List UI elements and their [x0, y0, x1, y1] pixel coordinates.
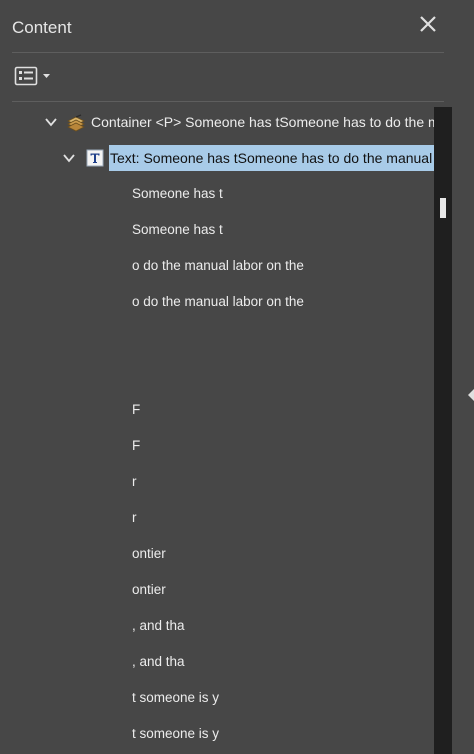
panel-title: Content [12, 18, 72, 37]
text-line[interactable]: o do the manual labor on the [132, 294, 304, 309]
close-icon[interactable] [418, 14, 438, 34]
text-line[interactable]: ontier [132, 546, 166, 561]
panel-toolbar [12, 53, 444, 102]
scrollbar-thumb[interactable] [440, 198, 446, 218]
container-tag-icon [66, 112, 86, 132]
collapse-panel-icon[interactable] [466, 388, 474, 402]
panel-edge [452, 0, 474, 754]
content-tree: Container <P> Someone has tSomeone has t… [0, 102, 434, 754]
text-node-label: Text: Someone has tSomeone has to do the… [110, 150, 434, 166]
tree-row-container[interactable]: Container <P> Someone has tSomeone has t… [0, 109, 434, 135]
text-line[interactable]: , and tha [132, 618, 185, 633]
text-line[interactable]: o do the manual labor on the [132, 258, 304, 273]
text-line[interactable]: Someone has t [132, 222, 223, 237]
content-panel: Content Container <P> Someone has tSomeo… [0, 0, 474, 754]
tree-row-text[interactable]: Text: Someone has tSomeone has to do the… [0, 145, 434, 171]
list-options-icon [14, 66, 50, 86]
text-line[interactable]: t someone is y [132, 690, 219, 705]
options-menu-button[interactable] [14, 65, 56, 89]
text-object-icon [86, 149, 106, 169]
chevron-down-icon[interactable] [62, 151, 76, 165]
text-line[interactable]: F [132, 402, 140, 417]
text-line[interactable]: Someone has t [132, 186, 223, 201]
text-line[interactable]: t someone is y [132, 726, 219, 741]
text-line[interactable]: ontier [132, 582, 166, 597]
chevron-down-icon[interactable] [44, 115, 58, 129]
text-line[interactable]: , and tha [132, 654, 185, 669]
text-line[interactable]: F [132, 438, 140, 453]
text-line[interactable]: r [132, 510, 137, 525]
panel-header: Content [12, 0, 444, 53]
text-line[interactable]: r [132, 474, 137, 489]
container-label: Container <P> Someone has tSomeone has t… [91, 114, 434, 130]
